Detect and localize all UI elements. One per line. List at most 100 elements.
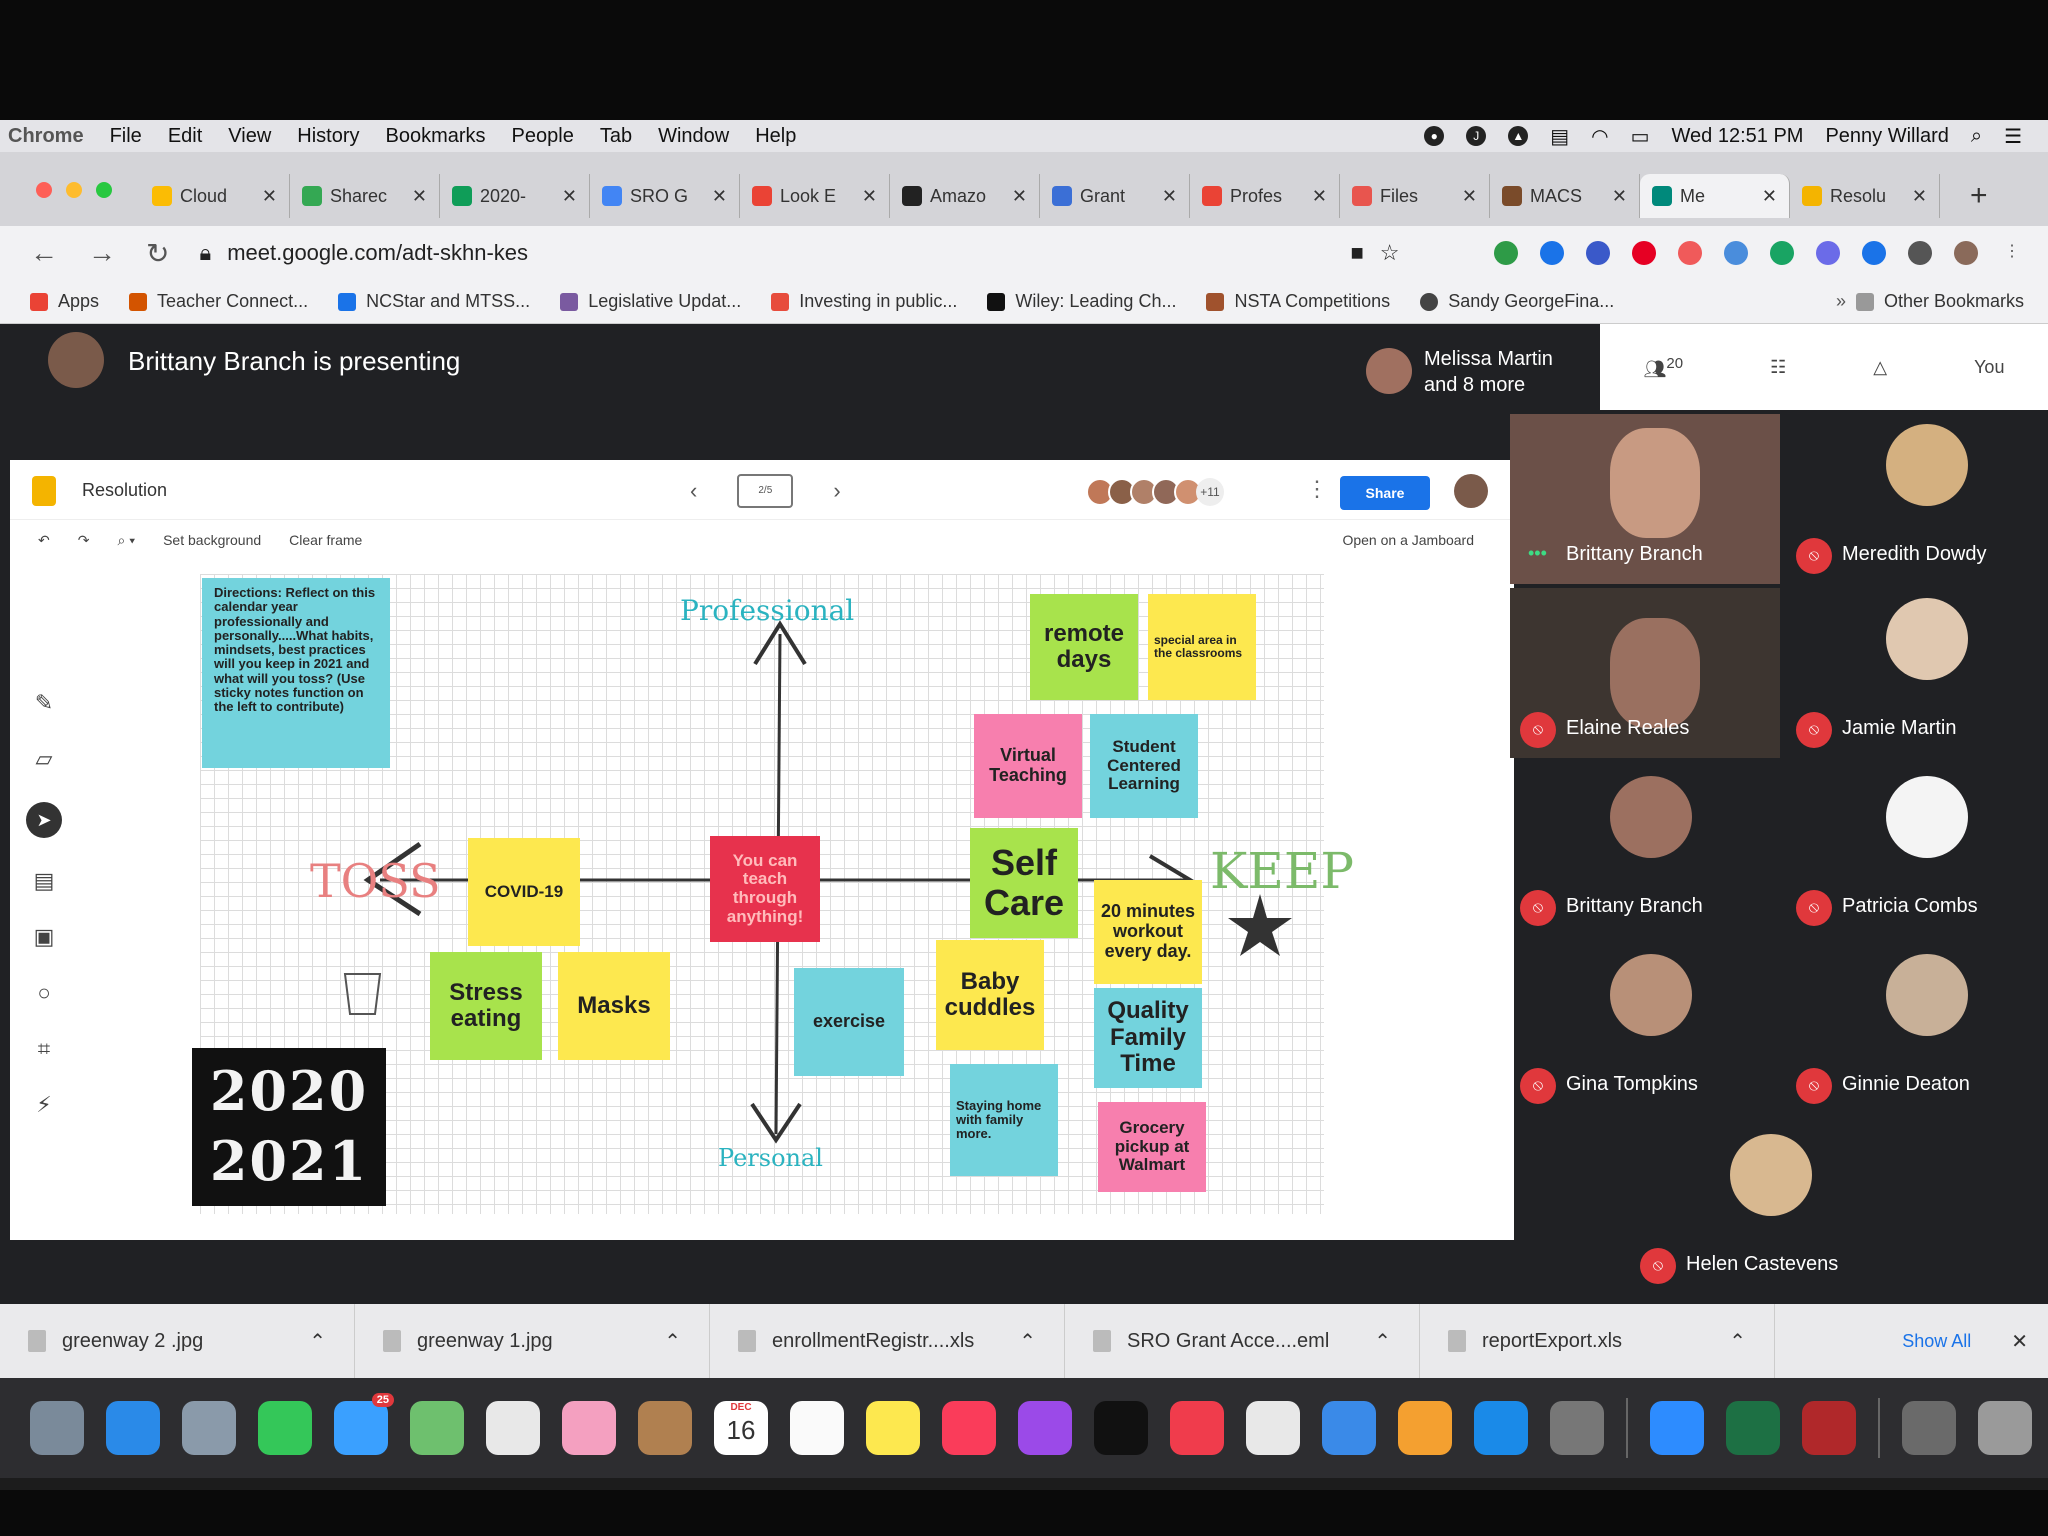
laser-icon[interactable]: ⚡︎ [36,1092,51,1118]
undo-icon[interactable]: ↶ [38,532,50,549]
kebab-menu-icon[interactable]: ⋮ [2000,241,2024,265]
menu-view[interactable]: View [228,125,271,148]
chevron-up-icon[interactable]: ⌃ [1729,1329,1746,1354]
note-virtual-teaching[interactable]: Virtual Teaching [974,714,1082,818]
browser-tab[interactable]: Resolu ✕ [1790,174,1940,218]
note-staying-home[interactable]: Staying home with family more. [950,1064,1058,1176]
camera-icon[interactable]: ■ [1350,240,1363,266]
browser-tab[interactable]: Files ✕ [1340,174,1490,218]
address-text[interactable]: meet.google.com/adt-skhn-kes [227,240,528,266]
bookmark-teacher-connect[interactable]: Teacher Connect... [129,291,308,312]
pages-icon[interactable] [1398,1401,1452,1455]
browser-tab[interactable]: Look E ✕ [740,174,890,218]
bookmark-wiley[interactable]: Wiley: Leading Ch... [987,291,1176,312]
news-icon[interactable] [1170,1401,1224,1455]
sticky-note-icon[interactable]: ▤ [34,868,55,894]
reminders-icon[interactable] [790,1401,844,1455]
address-bar[interactable]: 🔒︎ meet.google.com/adt-skhn-kes ■ ☆ [199,240,1399,266]
note-self-care[interactable]: Self Care [970,828,1078,938]
eraser-icon[interactable]: ▱ [36,746,53,772]
menu-app-name[interactable]: Chrome [8,125,84,148]
pinterest-icon[interactable] [1632,241,1656,265]
numbers-icon[interactable] [1246,1401,1300,1455]
participant-tile[interactable]: ⦸ Patricia Combs [1786,766,2048,936]
photos-icon[interactable] [562,1401,616,1455]
collaborators-more[interactable]: +11 [1196,478,1224,506]
other-participants[interactable]: Melissa Martin and 8 more [1424,346,1553,398]
battery-icon[interactable]: ▭ [1631,124,1650,149]
bookmark-apps[interactable]: Apps [30,291,99,312]
browser-tab[interactable]: Amazo ✕ [890,174,1040,218]
extension-icon[interactable] [1816,241,1840,265]
text-box-icon[interactable]: ⌗ [38,1036,50,1062]
browser-tab[interactable]: Grant ✕ [1040,174,1190,218]
minimize-window-button[interactable] [66,182,82,198]
browser-tab[interactable]: Me ✕ [1640,174,1790,218]
wifi-icon[interactable]: ◠ [1591,124,1608,149]
keynote-icon[interactable] [1322,1401,1376,1455]
menu-help[interactable]: Help [755,125,796,148]
frame-indicator[interactable]: 2/5 [737,474,794,508]
flag-icon[interactable]: ▤ [1550,124,1569,149]
note-covid[interactable]: COVID-19 [468,838,580,946]
music-icon[interactable] [942,1401,996,1455]
directions-note[interactable]: Directions: Reflect on this calendar yea… [202,578,390,768]
browser-tab[interactable]: 2020- ✕ [440,174,590,218]
downloads-folder-icon[interactable] [1902,1401,1956,1455]
people-icon[interactable]: 👥︎20 [1644,355,1684,380]
clear-frame-button[interactable]: Clear frame [289,532,362,548]
close-tab-icon[interactable]: ✕ [1912,186,1927,207]
jam-title[interactable]: Resolution [82,480,167,501]
bookmark-nsta[interactable]: NSTA Competitions [1206,291,1390,312]
note-exercise[interactable]: exercise [794,968,904,1076]
download-item[interactable]: greenway 1.jpg ⌃ [355,1304,710,1378]
zoom-icon[interactable]: ⌕ ▾ [117,532,135,549]
close-icon[interactable]: ✕ [2011,1329,2028,1354]
bookmark-investing[interactable]: Investing in public... [771,291,957,312]
menu-tab[interactable]: Tab [600,125,632,148]
participant-tile[interactable]: ⦸ Jamie Martin [1786,588,2048,758]
puzzle-icon[interactable] [1908,241,1932,265]
close-tab-icon[interactable]: ✕ [862,186,877,207]
extension-icon[interactable] [1678,241,1702,265]
avatar[interactable] [1454,474,1488,508]
chevron-up-icon[interactable]: ⌃ [1019,1329,1036,1354]
maps-icon[interactable] [410,1401,464,1455]
download-item[interactable]: SRO Grant Acce....eml ⌃ [1065,1304,1420,1378]
show-all-button[interactable]: Show All [1902,1331,1971,1352]
chevron-right-icon[interactable]: › [833,478,840,504]
jam-board[interactable]: Directions: Reflect on this calendar yea… [192,574,1354,1214]
system-preferences-icon[interactable] [1550,1401,1604,1455]
excel-icon[interactable] [1726,1401,1780,1455]
zoom-window-button[interactable] [96,182,112,198]
zoom-app-icon[interactable] [1650,1401,1704,1455]
activities-icon[interactable]: △ [1873,357,1887,378]
forward-icon[interactable]: → [88,237,116,269]
clock[interactable]: Wed 12:51 PM [1672,125,1804,148]
select-icon[interactable]: ➤ [26,802,62,838]
safari-icon[interactable] [106,1401,160,1455]
star-bookmark-icon[interactable]: ☆ [1380,240,1400,266]
profile-avatar[interactable] [1954,241,1978,265]
chrome-icon[interactable] [486,1401,540,1455]
share-button[interactable]: Share [1340,476,1430,510]
extension-icon[interactable] [1862,241,1886,265]
other-bookmarks[interactable]: » Other Bookmarks [1836,291,2024,312]
contacts-icon[interactable] [638,1401,692,1455]
participant-tile[interactable]: ⦸ Meredith Dowdy [1786,414,2048,584]
back-icon[interactable]: ← [30,237,58,269]
set-background-button[interactable]: Set background [163,532,261,548]
close-tab-icon[interactable]: ✕ [262,186,277,207]
podcasts-icon[interactable] [1018,1401,1072,1455]
app-store-icon[interactable] [1474,1401,1528,1455]
onepassword-icon[interactable]: ● [1424,126,1445,146]
chevron-up-icon[interactable]: ⌃ [664,1329,681,1354]
reload-icon[interactable]: ↻ [146,237,169,270]
chevron-up-icon[interactable]: ⌃ [1374,1329,1391,1354]
note-student-centered[interactable]: Student Centered Learning [1090,714,1198,818]
extension-icon[interactable] [1540,241,1564,265]
menu-window[interactable]: Window [658,125,729,148]
browser-tab[interactable]: Cloud ✕ [140,174,290,218]
menu-bookmarks[interactable]: Bookmarks [386,125,486,148]
messages-icon[interactable]: 25 [334,1393,394,1455]
